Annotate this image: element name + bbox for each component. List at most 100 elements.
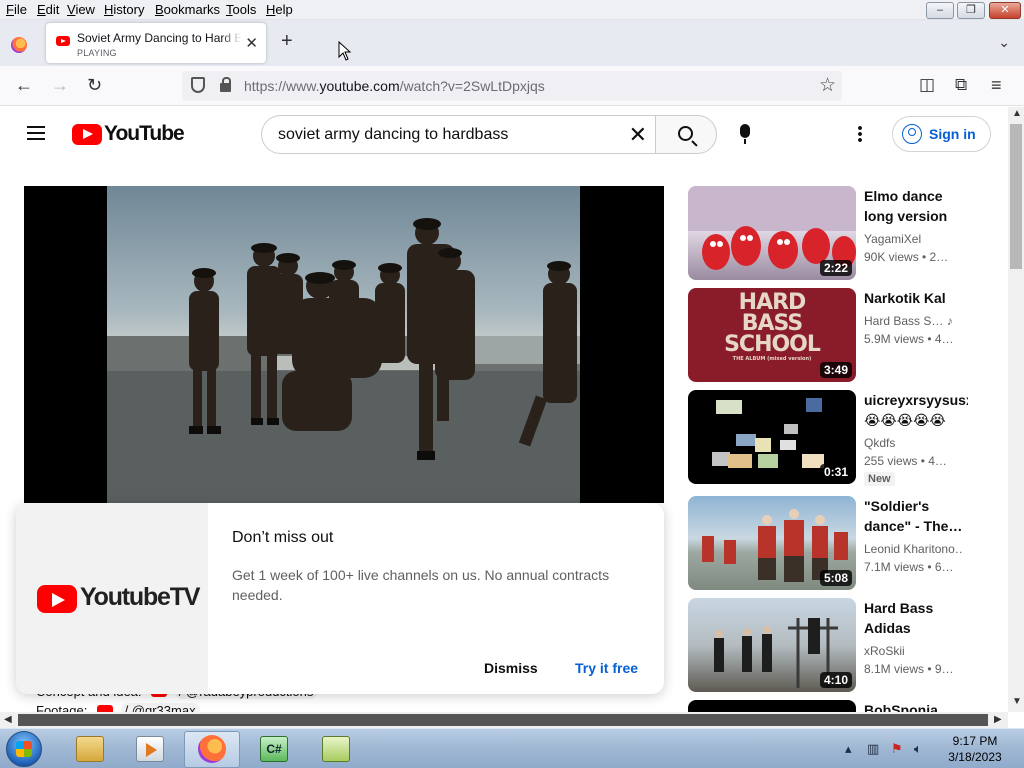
video-meta: 90K views • 2… xyxy=(864,250,949,264)
volume-icon[interactable]: 🔈︎ xyxy=(914,741,922,757)
scroll-up-arrow-icon[interactable]: ▲ xyxy=(1012,108,1022,119)
account-icon xyxy=(902,124,922,144)
list-all-tabs-button[interactable]: ⌄ xyxy=(998,34,1010,51)
vertical-scrollbar[interactable]: ▲ ▼ xyxy=(1008,107,1024,712)
video-title[interactable]: Hard Bass Adidas xyxy=(864,598,968,638)
guide-menu-icon[interactable] xyxy=(27,126,45,140)
url-text[interactable]: https://www.youtube.com/watch?v=2SwLtDpx… xyxy=(244,78,545,94)
pocket-icon[interactable]: ◫ xyxy=(919,75,935,95)
search-input[interactable]: soviet army dancing to hardbass ✕ xyxy=(261,115,655,154)
video-duration: 0:31 xyxy=(819,464,852,480)
sign-in-button[interactable]: Sign in xyxy=(892,116,991,152)
maximize-button[interactable]: ❐ xyxy=(957,2,985,19)
firefox-icon xyxy=(198,735,226,763)
minimize-button[interactable]: – xyxy=(926,2,954,19)
video-thumbnail[interactable]: 0:31 xyxy=(688,390,856,484)
related-video-item[interactable]: 5:08 "Soldier's dance" - The… Leonid Kha… xyxy=(688,496,978,592)
youtube-logo-text[interactable]: YouTube xyxy=(104,122,185,146)
settings-more-icon[interactable] xyxy=(858,125,862,143)
reload-button[interactable]: ↻ xyxy=(87,75,102,95)
video-title[interactable]: uicreyxrsyysusx 😭😭😭😭😭😭… xyxy=(864,390,968,430)
network-icon[interactable]: ▥ xyxy=(867,741,879,757)
csharp-icon: C# xyxy=(260,736,288,762)
horizontal-scroll-thumb[interactable] xyxy=(18,714,988,726)
video-duration: 4:10 xyxy=(819,672,852,688)
channel-name[interactable]: Hard Bass S… ♪ xyxy=(864,314,964,328)
mouse-cursor-icon xyxy=(338,41,352,61)
clear-search-icon[interactable]: ✕ xyxy=(629,122,647,148)
new-tab-button[interactable]: + xyxy=(281,30,293,53)
lock-icon[interactable] xyxy=(220,77,231,92)
menu-file[interactable]: File xyxy=(6,2,27,17)
channel-name[interactable]: Leonid Kharitono… xyxy=(864,542,964,556)
taskbar-media-player-button[interactable] xyxy=(122,731,178,768)
video-title[interactable]: "Soldier's dance" - The… xyxy=(864,496,968,536)
related-video-item[interactable]: BobSponja xyxy=(688,700,978,712)
taskbar-explorer-button[interactable] xyxy=(62,731,118,768)
youtube-tv-promo-dialog: YoutubeTV Don’t miss out Get 1 week of 1… xyxy=(16,503,664,694)
scroll-right-arrow-icon[interactable]: ▶ xyxy=(994,714,1002,725)
scroll-left-arrow-icon[interactable]: ◀ xyxy=(4,714,12,725)
back-button[interactable]: ← xyxy=(15,75,33,95)
video-thumbnail[interactable]: 5:08 xyxy=(688,496,856,590)
horizontal-scrollbar[interactable]: ◀ ▶ xyxy=(0,712,1008,728)
video-thumbnail[interactable] xyxy=(688,700,856,712)
youtube-masthead: YouTube soviet army dancing to hardbass … xyxy=(0,107,1008,163)
video-thumbnail[interactable]: 2:22 xyxy=(688,186,856,280)
channel-name[interactable]: xRoSkii xyxy=(864,644,964,658)
clock-date: 3/18/2023 xyxy=(948,750,1002,764)
menu-tools[interactable]: Tools xyxy=(226,2,256,17)
video-meta: 7.1M views • 6… xyxy=(864,560,954,574)
notepad-plus-icon xyxy=(322,736,350,762)
menu-edit[interactable]: Edit xyxy=(37,2,59,17)
microphone-icon[interactable] xyxy=(740,124,750,144)
clock[interactable]: 9:17 PM 3/18/2023 xyxy=(944,733,1006,765)
tab-close-icon[interactable]: ✕ xyxy=(245,34,258,52)
sign-in-label: Sign in xyxy=(929,126,976,142)
taskbar-csharp-button[interactable]: C# xyxy=(246,731,302,768)
youtube-favicon-icon xyxy=(56,36,70,46)
video-meta: 5.9M views • 4… xyxy=(864,332,954,346)
video-title[interactable]: Elmo dance long version xyxy=(864,186,968,226)
youtube-logo-icon[interactable] xyxy=(72,124,102,145)
related-video-item[interactable]: 2:22 Elmo dance long version YagamiXel 9… xyxy=(688,186,978,282)
try-it-free-button[interactable]: Try it free xyxy=(575,660,638,676)
video-duration: 2:22 xyxy=(819,260,852,276)
menu-history[interactable]: History xyxy=(104,2,144,17)
tracking-protection-shield-icon[interactable] xyxy=(191,77,205,93)
dismiss-button[interactable]: Dismiss xyxy=(484,660,538,676)
scroll-down-arrow-icon[interactable]: ▼ xyxy=(1012,696,1022,707)
video-title[interactable]: Narkotik Kal xyxy=(864,288,968,308)
related-video-item[interactable]: 4:10 Hard Bass Adidas xRoSkii 8.1M views… xyxy=(688,598,978,694)
address-bar[interactable]: https://www.youtube.com/watch?v=2SwLtDpx… xyxy=(182,71,842,101)
search-query[interactable]: soviet army dancing to hardbass xyxy=(278,126,508,144)
menu-bookmarks[interactable]: Bookmarks xyxy=(155,2,220,17)
menu-help[interactable]: Help xyxy=(266,2,293,17)
channel-name[interactable]: YagamiXel xyxy=(864,232,964,246)
hardbass-thumbnail-art: HARD BASS SCHOOL THE ALBUM (mixed versio… xyxy=(724,290,821,363)
promo-body: Get 1 week of 100+ live channels on us. … xyxy=(232,567,610,603)
menu-view[interactable]: View xyxy=(67,2,95,17)
channel-name[interactable]: Qkdfs xyxy=(864,436,964,450)
action-center-icon[interactable]: ⚑ xyxy=(891,741,903,757)
start-button-icon[interactable] xyxy=(6,731,42,767)
forward-button[interactable]: → xyxy=(51,75,69,95)
related-video-item[interactable]: HARD BASS SCHOOL THE ALBUM (mixed versio… xyxy=(688,288,978,384)
video-player[interactable] xyxy=(24,186,664,503)
extensions-icon[interactable]: ⧉ xyxy=(955,75,967,95)
show-hidden-icons-icon[interactable]: ▴ xyxy=(845,741,852,757)
close-window-button[interactable]: ✕ xyxy=(989,2,1021,19)
bookmark-star-icon[interactable]: ☆ xyxy=(819,74,836,97)
vertical-scroll-thumb[interactable] xyxy=(1010,124,1022,269)
related-video-item[interactable]: 0:31 uicreyxrsyysusx 😭😭😭😭😭😭… Qkdfs 255 v… xyxy=(688,390,978,486)
app-menu-button[interactable]: ≡ xyxy=(991,75,1002,95)
video-thumbnail[interactable]: 4:10 xyxy=(688,598,856,692)
search-button[interactable] xyxy=(655,115,717,154)
navigation-bar: ← → ↻ https://www.youtube.com/watch?v=2S… xyxy=(0,66,1024,106)
video-title[interactable]: BobSponja xyxy=(864,700,968,712)
tab-youtube[interactable]: Soviet Army Dancing to Hard Bass PLAYING… xyxy=(46,23,266,63)
firefox-logo-icon[interactable] xyxy=(11,37,27,53)
taskbar-firefox-button[interactable] xyxy=(184,731,240,768)
video-thumbnail[interactable]: HARD BASS SCHOOL THE ALBUM (mixed versio… xyxy=(688,288,856,382)
taskbar-notepad-button[interactable] xyxy=(308,731,364,768)
